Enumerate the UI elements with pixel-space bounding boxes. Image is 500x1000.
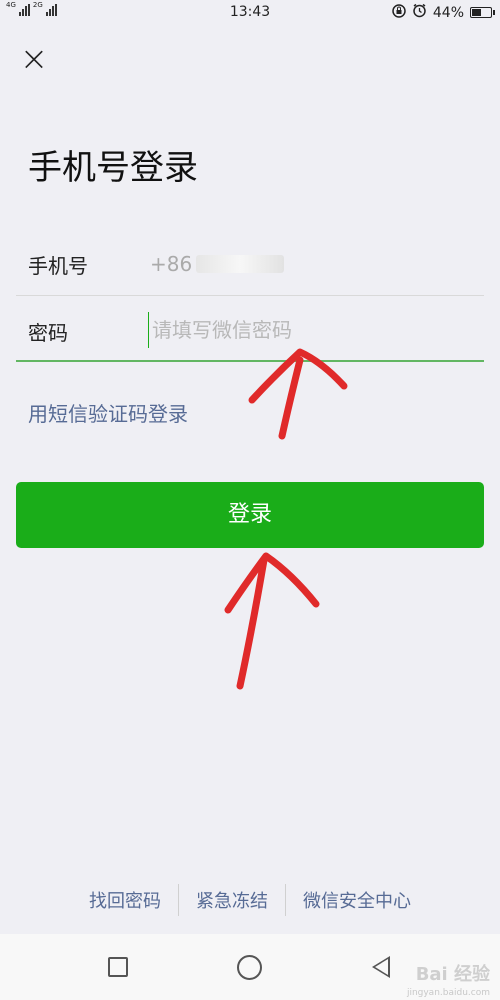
status-bar: 4G 2G 13:43 44% — [0, 0, 500, 26]
back-icon[interactable] — [372, 956, 390, 978]
password-label: 密码 — [28, 321, 68, 345]
phone-label: 手机号 — [28, 254, 88, 278]
footer-link-recover-password[interactable]: 找回密码 — [72, 887, 178, 913]
battery-percent: 44% — [432, 4, 464, 21]
footer-links: 找回密码 紧急冻结 微信安全中心 — [0, 884, 500, 916]
phone-prefix: +86 — [150, 252, 193, 276]
phone-number-redacted — [196, 255, 285, 273]
phone-divider — [16, 295, 484, 296]
watermark-url: jingyan.baidu.com — [406, 988, 490, 998]
close-icon[interactable]: × — [14, 40, 54, 80]
footer-link-security-center[interactable]: 微信安全中心 — [286, 887, 428, 913]
home-icon[interactable] — [237, 955, 262, 980]
annotation-arrow-up-password — [248, 348, 348, 440]
phone-number-field[interactable]: +86 — [150, 252, 285, 276]
footer-link-emergency-freeze[interactable]: 紧急冻结 — [179, 887, 285, 913]
recent-apps-icon[interactable] — [108, 957, 128, 977]
page-title: 手机号登录 — [28, 148, 198, 188]
password-input[interactable] — [148, 312, 448, 348]
battery-icon — [470, 7, 495, 18]
watermark-logo: Bai 经验 — [415, 964, 490, 985]
lock-rotation-icon — [392, 3, 406, 22]
annotation-arrow-up-login — [224, 552, 320, 690]
sms-login-link[interactable]: 用短信验证码登录 — [28, 398, 188, 427]
login-button[interactable]: 登录 — [16, 482, 484, 548]
password-divider — [16, 360, 484, 362]
system-navigation-bar: Bai 经验 jingyan.baidu.com — [0, 934, 500, 1000]
alarm-icon — [412, 3, 427, 22]
